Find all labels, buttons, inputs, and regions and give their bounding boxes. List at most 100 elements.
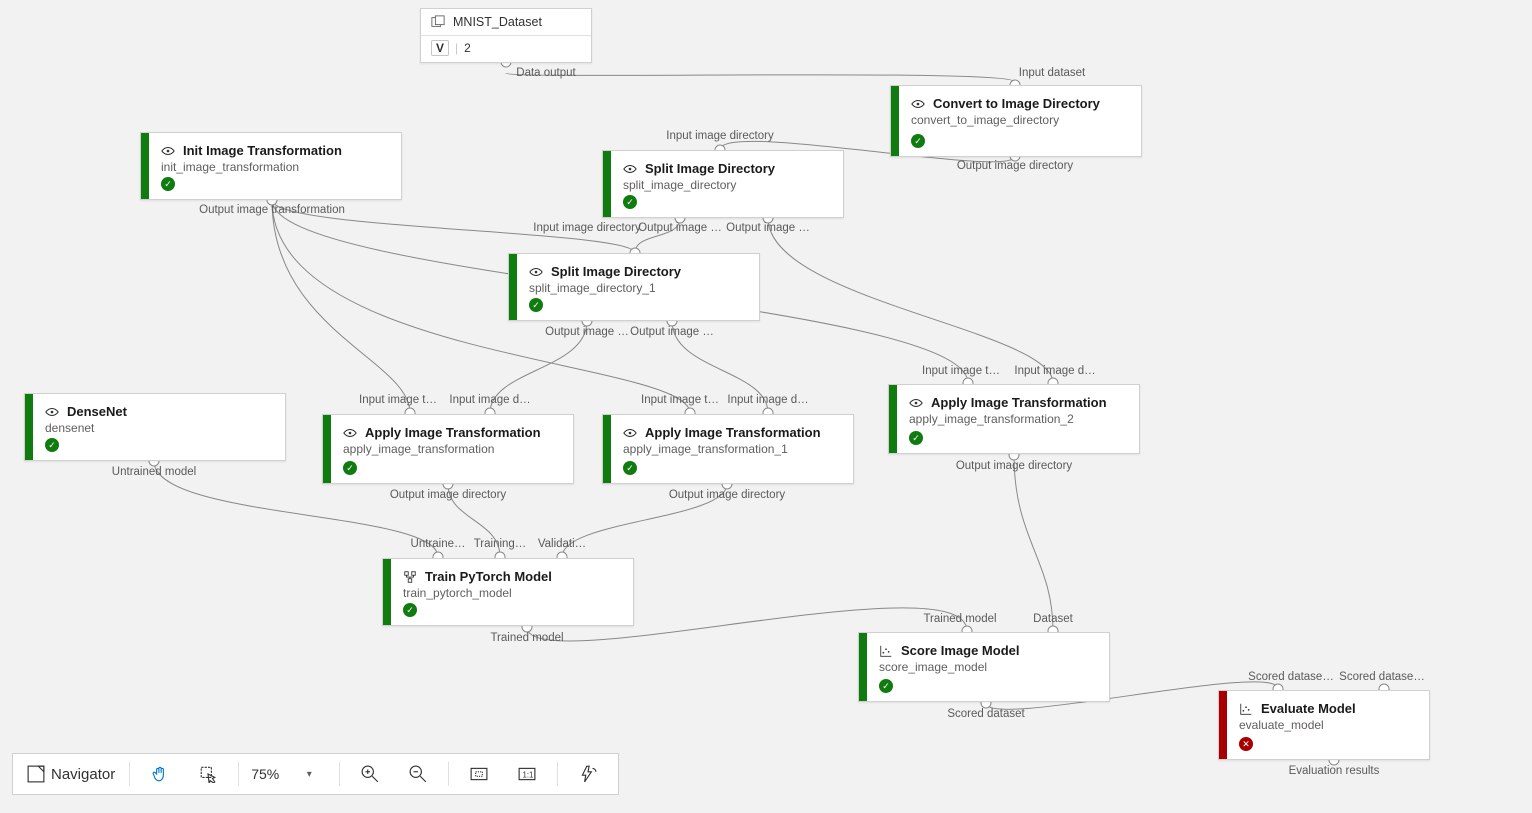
check-icon: ✓ — [343, 461, 357, 475]
svg-text:1:1: 1:1 — [523, 770, 534, 779]
port-label: Output image transformation — [199, 204, 345, 216]
select-button[interactable] — [186, 758, 230, 790]
port-label: Output image directory — [669, 489, 785, 501]
version-value: 2 — [464, 41, 471, 55]
one-to-one-icon: 1:1 — [518, 765, 536, 783]
node-title: Evaluate Model — [1261, 701, 1356, 716]
check-icon: ✓ — [403, 603, 417, 617]
port-label: Output image … — [638, 222, 722, 234]
zoom-level: 75% — [247, 766, 283, 782]
port-label: Input image directory — [533, 222, 640, 234]
port-label: Untrained model — [112, 466, 196, 478]
port-label: Input image t… — [359, 394, 437, 406]
node-subtitle: apply_image_transformation — [343, 442, 559, 456]
auto-layout-button[interactable] — [566, 758, 610, 790]
port-label: Data output — [516, 67, 575, 79]
port-label: Scored dataset — [947, 708, 1024, 720]
node-score-image-model[interactable]: Score Image Model score_image_model ✓ — [858, 632, 1110, 702]
port-label: Untraine… — [411, 538, 466, 550]
node-title: Init Image Transformation — [183, 143, 342, 158]
status-bar — [383, 559, 391, 625]
zoom-in-button[interactable] — [348, 758, 392, 790]
canvas-toolbar: Navigator 75% ▾ 1:1 — [12, 753, 619, 795]
port-label: Scored datase… — [1248, 671, 1334, 683]
error-icon: ✕ — [1239, 737, 1253, 751]
eye-icon — [909, 396, 923, 410]
node-split-image-directory-1[interactable]: Split Image Directory split_image_direct… — [508, 253, 760, 321]
status-bar — [1219, 691, 1227, 759]
eye-icon — [529, 265, 543, 279]
port-label: Training… — [474, 538, 527, 550]
dataset-node[interactable]: MNIST_Dataset V | 2 — [420, 8, 592, 63]
status-bar — [859, 633, 867, 701]
dataset-title: MNIST_Dataset — [453, 15, 542, 29]
node-evaluate-model[interactable]: Evaluate Model evaluate_model ✕ — [1218, 690, 1430, 760]
node-apply-image-transformation-1[interactable]: Apply Image Transformation apply_image_t… — [602, 414, 854, 484]
check-icon: ✓ — [161, 177, 175, 191]
toolbar-sep — [448, 762, 449, 786]
lightning-refresh-icon — [579, 765, 597, 783]
navigator-button[interactable]: Navigator — [21, 758, 121, 790]
node-title: Convert to Image Directory — [933, 96, 1100, 111]
port-label: Evaluation results — [1289, 765, 1380, 777]
eye-icon — [45, 405, 59, 419]
node-convert-to-image-directory[interactable]: Convert to Image Directory convert_to_im… — [890, 85, 1142, 157]
check-icon: ✓ — [623, 195, 637, 209]
toolbar-sep — [238, 762, 239, 786]
status-bar — [603, 415, 611, 483]
status-bar — [509, 254, 517, 320]
port-label: Validati… — [538, 538, 586, 550]
zoom-out-button[interactable] — [396, 758, 440, 790]
node-densenet[interactable]: DenseNet densenet ✓ — [24, 393, 286, 461]
status-bar — [603, 151, 611, 217]
node-train-pytorch-model[interactable]: Train PyTorch Model train_pytorch_model … — [382, 558, 634, 626]
node-subtitle: split_image_directory — [623, 178, 829, 192]
zoom-out-icon — [409, 765, 427, 783]
port-label: Input image directory — [666, 130, 773, 142]
node-subtitle: score_image_model — [879, 660, 1095, 674]
scatter-icon — [879, 644, 893, 658]
status-bar — [889, 385, 897, 453]
dataset-icon — [431, 15, 445, 29]
node-subtitle: train_pytorch_model — [403, 586, 619, 600]
check-icon: ✓ — [623, 461, 637, 475]
node-title: Score Image Model — [901, 643, 1019, 658]
zoom-dropdown[interactable]: ▾ — [287, 758, 331, 790]
eye-icon — [623, 426, 637, 440]
node-title: Apply Image Transformation — [931, 395, 1107, 410]
port-label: Output image directory — [956, 460, 1072, 472]
port-label: Input dataset — [1019, 67, 1086, 79]
toolbar-sep — [557, 762, 558, 786]
toolbar-sep — [129, 762, 130, 786]
node-subtitle: apply_image_transformation_2 — [909, 412, 1125, 426]
status-bar — [25, 394, 33, 460]
port-label: Scored datase… — [1339, 671, 1425, 683]
node-subtitle: split_image_directory_1 — [529, 281, 745, 295]
zoom-to-fit-button[interactable] — [457, 758, 501, 790]
zoom-actual-button[interactable]: 1:1 — [505, 758, 549, 790]
check-icon: ✓ — [879, 679, 893, 693]
port-label: Output image directory — [390, 489, 506, 501]
node-split-image-directory[interactable]: Split Image Directory split_image_direct… — [602, 150, 844, 218]
node-subtitle: densenet — [45, 421, 271, 435]
status-bar — [141, 133, 149, 199]
port-label: Input image d… — [1014, 365, 1095, 377]
status-bar — [891, 86, 899, 156]
port-label: Input image d… — [727, 394, 808, 406]
hand-icon — [151, 765, 169, 783]
pipeline-canvas[interactable]: Data output Input dataset Output image d… — [0, 0, 1532, 813]
navigator-label: Navigator — [51, 766, 115, 783]
node-title: DenseNet — [67, 404, 127, 419]
eye-icon — [911, 97, 925, 111]
node-apply-image-transformation-2[interactable]: Apply Image Transformation apply_image_t… — [888, 384, 1140, 454]
pan-hand-button[interactable] — [138, 758, 182, 790]
model-train-icon — [403, 570, 417, 584]
node-apply-image-transformation[interactable]: Apply Image Transformation apply_image_t… — [322, 414, 574, 484]
port-label: Dataset — [1033, 613, 1073, 625]
port-label: Input image d… — [449, 394, 530, 406]
node-init-image-transformation[interactable]: Init Image Transformation init_image_tra… — [140, 132, 402, 200]
node-subtitle: evaluate_model — [1239, 718, 1415, 732]
zoom-in-icon — [361, 765, 379, 783]
check-icon: ✓ — [909, 431, 923, 445]
check-icon: ✓ — [45, 438, 59, 452]
